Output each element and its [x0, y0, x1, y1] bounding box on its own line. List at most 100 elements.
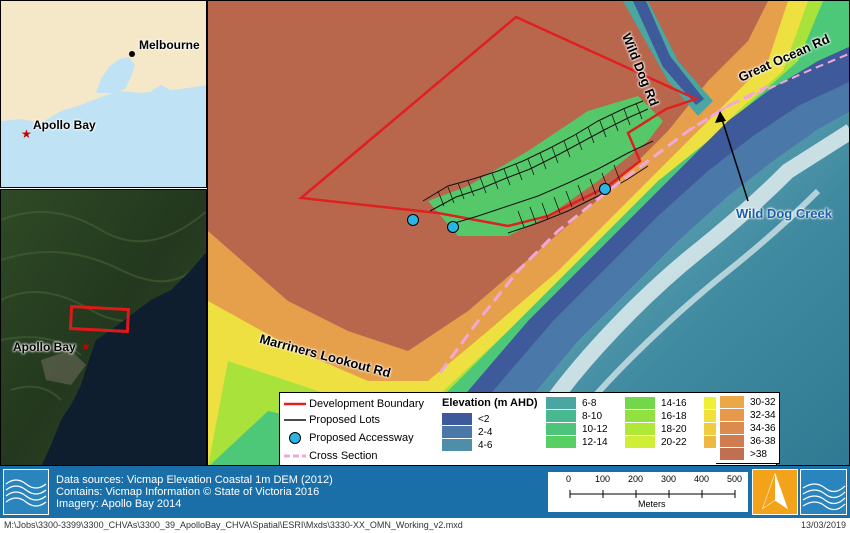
- map-legend: Development Boundary Proposed Lots Propo…: [279, 392, 777, 465]
- elevation-class: 6-8: [546, 397, 608, 410]
- elevation-label: 36-38: [750, 436, 776, 447]
- swatch: [442, 426, 472, 439]
- legend-label: Proposed Accessway: [309, 432, 414, 444]
- elevation-class: 34-36: [720, 422, 779, 435]
- data-sources: Data sources: Vicmap Elevation Coastal 1…: [56, 474, 333, 510]
- legend-item-lots: Proposed Lots: [284, 412, 442, 429]
- map-date: 13/03/2019: [800, 520, 846, 530]
- elevation-col-5: 30-32 32-34 34-36 36-38 >38: [716, 392, 780, 464]
- legend-label: Development Boundary: [309, 398, 425, 410]
- elevation-label: 6-8: [582, 398, 597, 409]
- elevation-label: 34-36: [750, 423, 776, 434]
- swatch: [546, 410, 576, 423]
- elevation-label: <2: [478, 414, 490, 425]
- wave-logo-right: [800, 469, 847, 515]
- swatch: [720, 409, 744, 422]
- scale-unit: Meters: [638, 499, 666, 509]
- legend-label: Cross Section: [309, 450, 378, 462]
- red-line-symbol: [284, 402, 306, 406]
- elevation-class: 10-12: [546, 423, 608, 436]
- elevation-class: 18-20: [625, 423, 687, 436]
- elevation-col-3: 14-16 16-18 18-20 20-22: [625, 397, 687, 449]
- swatch: [625, 436, 655, 449]
- elevation-class: 16-18: [625, 410, 687, 423]
- legend-label: Proposed Lots: [309, 414, 380, 426]
- wild-dog-creek-label: Wild Dog Creek: [736, 206, 832, 221]
- scale-tick: 300: [661, 474, 677, 484]
- legend-symbols: Development Boundary Proposed Lots Propo…: [284, 396, 442, 465]
- elevation-label: 8-10: [582, 411, 603, 422]
- swatch: [546, 397, 576, 410]
- swatch: [625, 397, 655, 410]
- elevation-label: 18-20: [661, 424, 687, 435]
- elevation-class: 2-4: [442, 426, 492, 439]
- elevation-class: 20-22: [625, 436, 687, 449]
- melbourne-label: Melbourne: [139, 38, 200, 52]
- legend-item-accessway: Proposed Accessway: [284, 429, 442, 448]
- legend-item-cross-section: Cross Section: [284, 448, 442, 465]
- scale-tick: 100: [595, 474, 611, 484]
- scale-tick: 200: [628, 474, 644, 484]
- swatch: [720, 422, 744, 435]
- scale-tick: 500: [727, 474, 743, 484]
- accessway-point-2: [447, 221, 459, 233]
- elevation-label: 2-4: [478, 427, 493, 438]
- elevation-label: 20-22: [661, 437, 687, 448]
- swatch: [625, 410, 655, 423]
- source-line: Imagery: Apollo Bay 2014: [56, 498, 182, 510]
- regional-map-svg: ★: [1, 51, 206, 187]
- legend-item-boundary: Development Boundary: [284, 396, 442, 412]
- map-footer: Data sources: Vicmap Elevation Coastal 1…: [0, 466, 850, 518]
- swatch: [720, 396, 744, 409]
- elevation-label: 14-16: [661, 398, 687, 409]
- elevation-class: 32-34: [720, 409, 779, 422]
- elevation-class: 14-16: [625, 397, 687, 410]
- elevation-class: 30-32: [720, 396, 779, 409]
- elevation-label: 16-18: [661, 411, 687, 422]
- mxd-path: M:\Jobs\3300-3399\3300_CHVAs\3300_39_Apo…: [4, 520, 463, 530]
- swatch: [720, 448, 744, 461]
- elevation-col-1: <2 2-4 4-6: [442, 413, 492, 452]
- port-phillip-bay: [96, 57, 135, 93]
- apollo-bay-star: ★: [21, 127, 32, 141]
- apollo-bay-label-regional: Apollo Bay: [33, 118, 96, 132]
- apollo-bay-label-aerial: Apollo Bay: [13, 340, 76, 354]
- inset-regional-map: ★ Melbourne Apollo Bay: [0, 0, 207, 188]
- elevation-label: 4-6: [478, 440, 493, 451]
- elevation-col-2: 6-8 8-10 10-12 12-14: [546, 397, 608, 449]
- cyan-dot-symbol: [289, 432, 301, 445]
- elevation-class: 36-38: [720, 435, 779, 448]
- swatch: [442, 439, 472, 452]
- accessway-point-1: [407, 214, 419, 226]
- source-line: Contains: Vicmap Information © State of …: [56, 486, 320, 498]
- apollo-bay-star-aerial: ★: [81, 341, 91, 353]
- wave-logo-left: [3, 469, 49, 515]
- elevation-class: 12-14: [546, 436, 608, 449]
- scale-tick: 0: [566, 474, 572, 484]
- accessway-point-3: [599, 183, 611, 195]
- swatch: [546, 423, 576, 436]
- scale-bar: 0 100 200 300 400 500 Meters: [548, 472, 748, 512]
- elevation-class: 8-10: [546, 410, 608, 423]
- swatch: [720, 435, 744, 448]
- north-arrow-icon: [762, 472, 788, 510]
- elevation-class: 4-6: [442, 439, 492, 452]
- elevation-label: 32-34: [750, 410, 776, 421]
- swatch: [546, 436, 576, 449]
- elevation-class: >38: [720, 448, 779, 461]
- elevation-class: <2: [442, 413, 492, 426]
- elevation-label: 10-12: [582, 424, 608, 435]
- elevation-label: 30-32: [750, 397, 776, 408]
- scale-tick: 400: [694, 474, 710, 484]
- aerial-map-svg: ★: [1, 190, 206, 465]
- black-line-symbol: [284, 419, 306, 421]
- source-line: Data sources: Vicmap Elevation Coastal 1…: [56, 474, 333, 486]
- elevation-label: 12-14: [582, 437, 608, 448]
- inset-aerial-map: ★ Apollo Bay: [0, 189, 207, 466]
- swatch: [625, 423, 655, 436]
- bass-strait-sea: [1, 85, 206, 187]
- pink-dash-symbol: [284, 454, 306, 458]
- melbourne-dot: [129, 51, 135, 57]
- elevation-label: >38: [750, 449, 767, 460]
- north-arrow: [752, 469, 798, 515]
